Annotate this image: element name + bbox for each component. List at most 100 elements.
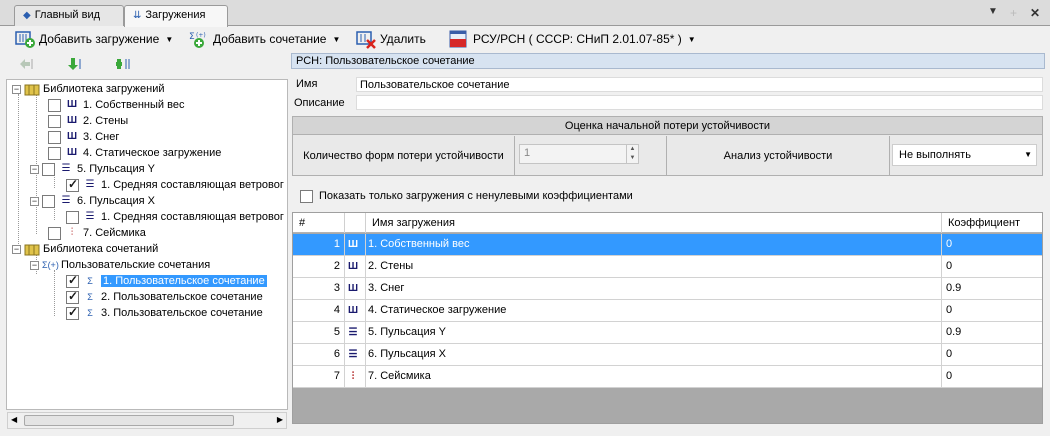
combo-icon: Σ <box>87 308 93 318</box>
tab-dropdown-icon[interactable]: ▼ <box>988 6 998 17</box>
table-row[interactable]: 6 ☰ 6. Пульсация X0 <box>293 344 1042 366</box>
move-down-icon[interactable] <box>66 57 84 71</box>
tree-label: 1. Средняя составляющая ветровог <box>101 179 284 191</box>
analysis-select[interactable]: Не выполнять ▼ <box>892 144 1037 166</box>
row-coefficient[interactable]: 0 <box>942 256 1042 278</box>
wind-load-icon: ☰ <box>85 179 95 190</box>
subload-checkbox[interactable] <box>66 177 79 192</box>
chevron-down-icon[interactable]: ▼ <box>688 35 696 44</box>
tree-item-load[interactable]: ⫶ 7. Сейсмика <box>48 225 146 241</box>
table-row[interactable]: 3 Ш 3. Снег 0.9 <box>293 278 1042 300</box>
modes-stepper[interactable]: 1 ▲ ▼ <box>519 144 639 164</box>
table-row[interactable]: 5 ☰ 5. Пульсация Y 0.9 <box>293 322 1042 344</box>
spin-down-icon[interactable]: ▼ <box>626 154 638 163</box>
tree-item-subload[interactable]: ☰ 1. Средняя составляющая ветровог <box>66 209 284 225</box>
tree-label: 1. Пользовательское сочетание <box>101 275 267 287</box>
add-combo-button[interactable]: Σ (+) Добавить сочетание ▼ <box>188 27 340 51</box>
name-field[interactable]: Пользовательское сочетание <box>356 77 1043 92</box>
tree-label: 2. Пользовательское сочетание <box>101 291 263 303</box>
loads-grid: # Имя загружения Коэффициент 1 Ш 1. Собств… <box>292 212 1043 424</box>
collapse-icon[interactable]: − <box>30 196 39 206</box>
tree-item-load[interactable]: − ☰ 5. Пульсация Y <box>30 161 155 177</box>
row-coefficient[interactable]: 0.9 <box>942 322 1042 344</box>
load-checkbox[interactable] <box>48 146 61 160</box>
scroll-thumb[interactable] <box>24 415 234 426</box>
add-load-button[interactable]: Добавить загружение ▼ <box>14 27 173 51</box>
tree-item-load[interactable]: Ш 2. Стены <box>48 113 128 129</box>
nonzero-filter[interactable]: Показать только загружения с ненулевыми … <box>300 189 633 203</box>
row-number: 7 <box>293 366 345 388</box>
delete-label: Удалить <box>380 32 426 46</box>
tree-item-load[interactable]: Ш 4. Статическое загружение <box>48 145 221 161</box>
row-load-name: 3. Снег <box>366 278 942 300</box>
combo-checkbox[interactable] <box>66 273 79 288</box>
load-checkbox[interactable] <box>48 130 61 144</box>
collapse-icon[interactable]: − <box>30 164 39 174</box>
tree-item-load[interactable]: Ш 1. Собственный вес <box>48 97 184 113</box>
add-to-group-icon[interactable] <box>115 57 133 71</box>
tree-item-load[interactable]: Ш 3. Снег <box>48 129 119 145</box>
column-header-load-name[interactable]: Имя загружения <box>366 213 942 233</box>
norm-selector[interactable]: РСУ/РСН ( СССР: СНиП 2.01.07-85* ) ▼ <box>448 27 696 51</box>
chevron-down-icon[interactable]: ▼ <box>1024 150 1032 159</box>
combo-checkbox[interactable] <box>66 289 79 304</box>
tree-root-combos[interactable]: − Библиотека сочетаний <box>12 241 158 257</box>
load-checkbox[interactable] <box>42 194 55 208</box>
row-coefficient[interactable]: 0 <box>942 344 1042 366</box>
row-coefficient[interactable]: 0 <box>942 234 1042 256</box>
table-row[interactable]: 7 ⫶ 7. Сейсмика 0 <box>293 366 1042 388</box>
load-checkbox[interactable] <box>42 162 55 176</box>
row-number: 6 <box>293 344 345 366</box>
scroll-right-icon[interactable]: ▶ <box>277 415 283 424</box>
description-field[interactable] <box>356 95 1043 110</box>
tree-root-loads[interactable]: − Библиотека загружений <box>12 81 165 97</box>
collapse-icon[interactable]: − <box>30 260 39 270</box>
tree-item-combo[interactable]: Σ 1. Пользовательское сочетание <box>66 273 267 289</box>
move-up-icon[interactable] <box>18 57 36 71</box>
library-icon <box>24 82 40 96</box>
combo-icon: Σ(+) <box>42 260 59 270</box>
load-checkbox[interactable] <box>48 114 61 128</box>
row-coefficient[interactable]: 0 <box>942 300 1042 322</box>
combo-checkbox[interactable] <box>66 305 79 320</box>
chevron-down-icon[interactable]: ▼ <box>332 35 340 44</box>
tree-horizontal-scrollbar[interactable]: ◀ ▶ <box>7 412 287 429</box>
tab-main-view[interactable]: ◆ Главный вид <box>14 5 124 26</box>
chevron-down-icon[interactable]: ▼ <box>165 35 173 44</box>
column-header-number[interactable]: # <box>293 213 345 233</box>
tree-group-user-combos[interactable]: − Σ(+) Пользовательские сочетания <box>30 257 210 273</box>
nonzero-filter-checkbox[interactable] <box>300 189 313 203</box>
subload-checkbox[interactable] <box>66 210 79 224</box>
tree-label: 7. Сейсмика <box>83 227 146 239</box>
table-row[interactable]: 1 Ш 1. Собственный вес 0 <box>293 234 1042 256</box>
modes-label: Количество форм потери устойчивости <box>303 149 504 162</box>
tree-label: 3. Снег <box>83 131 120 143</box>
scroll-left-icon[interactable]: ◀ <box>11 415 17 424</box>
spin-up-icon[interactable]: ▲ <box>626 145 638 154</box>
tree-item-combo[interactable]: Σ 3. Пользовательское сочетание <box>66 305 263 321</box>
tab-strip: ◆ Главный вид ⇊ Загружения ▼ + ✕ <box>0 0 1050 27</box>
tree-label: 1. Собственный вес <box>83 99 185 111</box>
row-coefficient[interactable]: 0 <box>942 366 1042 388</box>
column-header-coefficient[interactable]: Коэффициент <box>942 213 1042 233</box>
load-checkbox[interactable] <box>48 226 61 240</box>
tree-item-subload[interactable]: ☰ 1. Средняя составляющая ветровог <box>66 177 284 193</box>
tree-item-load[interactable]: − ☰ 6. Пульсация X <box>30 193 155 209</box>
stability-title: Оценка начальной потери устойчивости <box>293 117 1042 135</box>
delete-button[interactable]: Удалить <box>355 27 426 51</box>
collapse-icon[interactable]: − <box>12 84 21 94</box>
nonzero-filter-label: Показать только загружения с ненулевыми … <box>319 190 633 202</box>
static-load-icon: Ш <box>345 300 366 322</box>
combo-icon: Σ <box>87 276 93 286</box>
row-load-name: 6. Пульсация X <box>366 344 942 366</box>
load-checkbox[interactable] <box>48 98 61 112</box>
close-icon[interactable]: ✕ <box>1030 6 1040 20</box>
table-row[interactable]: 4 Ш 4. Статическое загружение 0 <box>293 300 1042 322</box>
tree-item-combo[interactable]: Σ 2. Пользовательское сочетание <box>66 289 263 305</box>
stability-panel: Оценка начальной потери устойчивости Кол… <box>292 116 1043 176</box>
collapse-icon[interactable]: − <box>12 244 21 254</box>
tab-loads[interactable]: ⇊ Загружения <box>124 5 228 27</box>
tab-add-icon[interactable]: + <box>1010 6 1017 20</box>
table-row[interactable]: 2 Ш 2. Стены 0 <box>293 256 1042 278</box>
row-coefficient[interactable]: 0.9 <box>942 278 1042 300</box>
